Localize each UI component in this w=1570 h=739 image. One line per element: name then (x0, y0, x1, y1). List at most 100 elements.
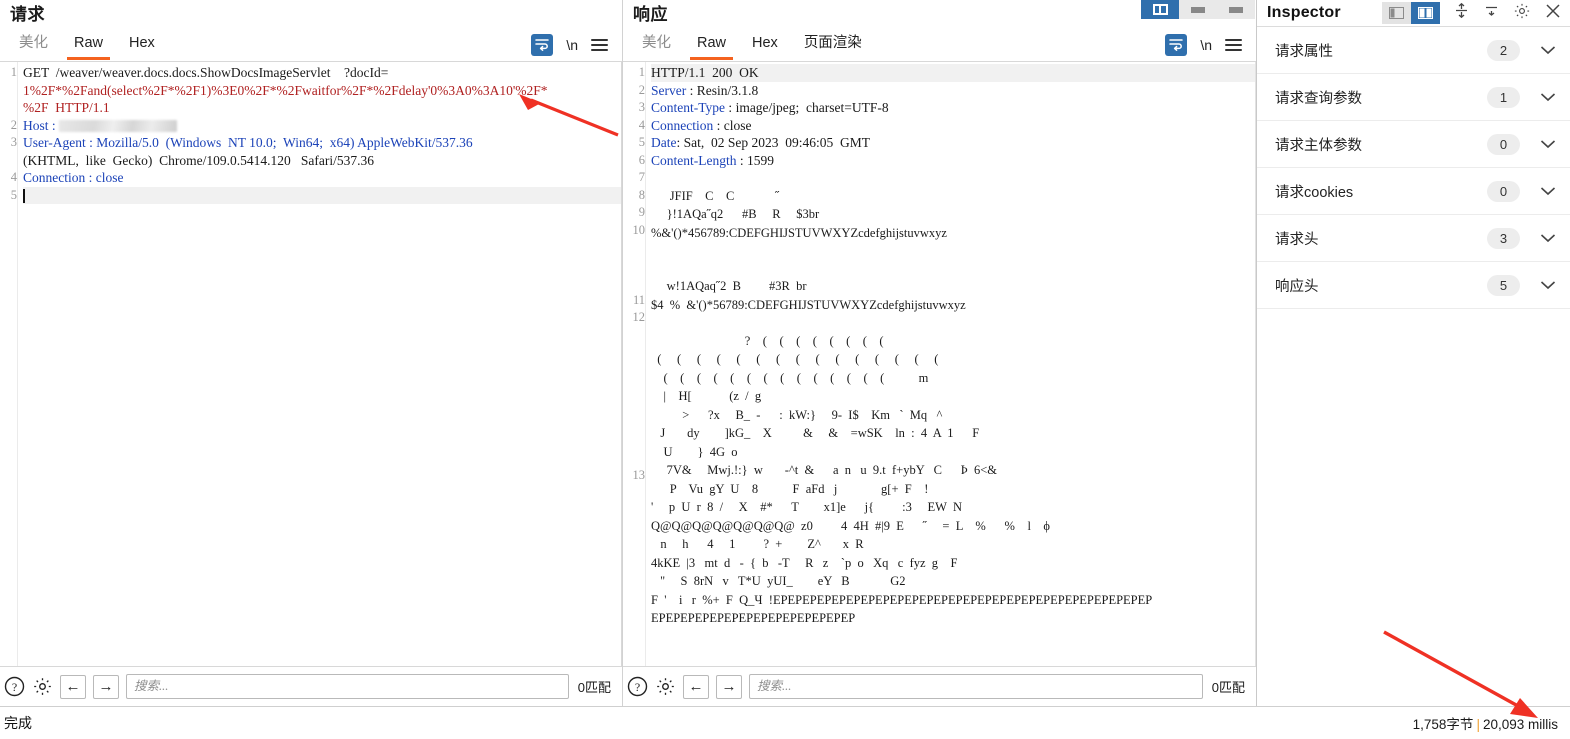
tab-response-hex[interactable]: Hex (739, 30, 791, 60)
inspector-section-body-params[interactable]: 请求主体参数 0 (1257, 121, 1570, 168)
request-raw-text[interactable]: GET /weaver/weaver.docs.docs.ShowDocsIma… (17, 62, 621, 666)
response-header-content-length-value: 1599 (747, 152, 774, 168)
inspector-section-count: 0 (1487, 133, 1520, 155)
word-wrap-icon[interactable] (531, 34, 554, 56)
response-gutter: 1 2 3 4 5 6 7 8 9 10 11 12 13 (623, 62, 645, 666)
search-next-button[interactable]: → (716, 674, 742, 699)
inspector-section-query-params[interactable]: 请求查询参数 1 (1257, 74, 1570, 121)
gutter-line-no: 8 (638, 187, 645, 202)
gutter-line-no: 3 (10, 135, 17, 149)
inspector-section-response-headers[interactable]: 响应头 5 (1257, 262, 1570, 309)
hamburger-menu-icon[interactable] (1225, 39, 1242, 51)
request-method-line: GET /weaver/weaver.docs.docs.ShowDocsIma… (23, 65, 389, 80)
search-prev-button[interactable]: ← (683, 674, 709, 699)
collapse-all-icon[interactable] (1483, 2, 1500, 24)
response-blob-line: ' p U r 8 / X #* T x1]e j{ :3 EW N (651, 500, 963, 514)
inspector-section-request-headers[interactable]: 请求头 3 (1257, 215, 1570, 262)
newline-toggle-icon[interactable]: \n (566, 37, 578, 53)
response-blob-line: EPEPEPEPEPEPEPEPEPEPEPEPEPEP (651, 611, 856, 625)
response-blob-line: P Vu gY U 8 F aFd j g[+ F ! (651, 481, 929, 496)
response-header-content-length: Content-Length (651, 152, 737, 168)
status-separator: | (1476, 717, 1480, 732)
help-icon[interactable]: ? (627, 676, 648, 697)
response-header-content-type-value: image/jpeg; charset=UTF-8 (735, 100, 889, 115)
gear-icon[interactable] (655, 676, 676, 697)
inspector-section-count: 3 (1487, 227, 1520, 249)
search-input[interactable] (749, 674, 1203, 699)
search-prev-button[interactable]: ← (60, 674, 86, 699)
gutter-line-no: 12 (632, 310, 646, 324)
response-blob-line: U } 4G o (651, 444, 738, 459)
request-tabbar: 美化 Raw Hex \n (0, 29, 622, 62)
panel-layout-left-icon[interactable] (1382, 2, 1411, 24)
panels-container: 请求 美化 Raw Hex \n 1 2 3 4 5 GET /weaver/w… (0, 0, 1570, 706)
chevron-down-icon[interactable] (1540, 278, 1556, 292)
tab-request-pretty[interactable]: 美化 (6, 30, 61, 60)
response-header-server-value: Resin/3.1.8 (696, 82, 759, 98)
chevron-down-icon[interactable] (1540, 43, 1556, 57)
expand-all-icon[interactable] (1453, 2, 1470, 24)
hamburger-menu-icon[interactable] (591, 39, 608, 51)
request-panel: 请求 美化 Raw Hex \n 1 2 3 4 5 GET /weaver/w… (0, 0, 622, 706)
gutter-line-no: 3 (638, 100, 645, 114)
request-header-connection: Connection : close (23, 170, 124, 185)
gutter-line-no: 5 (638, 135, 645, 149)
tab-request-hex[interactable]: Hex (116, 30, 168, 60)
response-blob-line: n h 4 1 ? + Z^ x R (651, 537, 864, 551)
response-blob-line: J dy ]kG_ X & & =wSK ln : 4 A 1 F (651, 426, 980, 440)
response-blob-line: 4kKE |3 mt d - { b -T R z `p o Xq c fyz … (651, 555, 958, 570)
gutter-line-no (0, 152, 17, 170)
chevron-down-icon[interactable] (1540, 90, 1556, 104)
request-tab-tools: \n (531, 34, 622, 56)
response-raw-text[interactable]: HTTP/1.1 200 OK Server : Resin/3.1.8 Conte… (645, 62, 1255, 666)
close-icon[interactable] (1544, 2, 1562, 25)
response-header-connection-value: close (723, 117, 752, 133)
gutter-line-no: 9 (638, 205, 645, 219)
svg-text:?: ? (12, 680, 17, 694)
minimize-icon[interactable] (1179, 0, 1217, 19)
response-status-line: HTTP/1.1 200 OK (651, 64, 1255, 82)
gutter-line-no: 2 (638, 82, 645, 97)
tab-response-render[interactable]: 页面渲染 (791, 30, 875, 60)
gear-icon[interactable] (32, 676, 53, 697)
response-panel: 响应 美化 Raw Hex 页面渲染 \n 1 2 3 4 5 6 7 8 9 … (622, 0, 1256, 706)
chevron-down-icon[interactable] (1540, 231, 1556, 245)
chevron-down-icon[interactable] (1540, 184, 1556, 198)
response-header-date-value: Sat, 02 Sep 2023 09:46:05 GMT (683, 135, 871, 150)
tab-response-raw[interactable]: Raw (684, 30, 739, 60)
request-code-area[interactable]: 1 2 3 4 5 GET /weaver/weaver.docs.docs.S… (0, 62, 622, 666)
chevron-down-icon[interactable] (1540, 137, 1556, 151)
split-view-icon[interactable] (1141, 0, 1179, 19)
panel-layout-split-icon[interactable] (1411, 2, 1440, 24)
inspector-section-count: 2 (1487, 39, 1520, 61)
inspector-section-request-attributes[interactable]: 请求属性 2 (1257, 27, 1570, 74)
newline-toggle-icon[interactable]: \n (1200, 37, 1212, 53)
request-empty-line (23, 186, 621, 204)
search-next-button[interactable]: → (93, 674, 119, 699)
inspector-header: Inspector (1257, 0, 1570, 27)
response-body-line: w!1AQaq˝2 B #3R br (651, 279, 807, 293)
response-blob-line: ( ( ( ( ( ( ( ( ( ( ( ( ( ( m (651, 370, 929, 385)
inspector-section-label: 请求头 (1275, 231, 1319, 248)
response-match-count: 0匹配 (1211, 680, 1245, 695)
response-header-connection: Connection (651, 117, 714, 133)
request-searchbar: ? ← → 0匹配 (0, 666, 622, 706)
gutter-line-no (0, 99, 17, 117)
response-blob-line: ( ( ( ( ( ( ( ( ( ( ( ( ( ( ( (651, 352, 939, 366)
request-header-host: Host : (23, 117, 60, 133)
maximize-icon[interactable] (1217, 0, 1255, 19)
gear-icon[interactable] (1513, 2, 1531, 25)
gutter-line-no: 11 (632, 292, 645, 307)
response-code-area[interactable]: 1 2 3 4 5 6 7 8 9 10 11 12 13 HTTP/1.1 2 (623, 62, 1256, 666)
response-blob-line: > ?x B_ - : kW:} 9- I$ Km ` Mq ^ (651, 407, 943, 422)
tab-response-pretty[interactable]: 美化 (629, 30, 684, 60)
search-input[interactable] (126, 674, 569, 699)
word-wrap-icon[interactable] (1165, 34, 1188, 56)
inspector-section-request-cookies[interactable]: 请求cookies 0 (1257, 168, 1570, 215)
tab-request-raw[interactable]: Raw (61, 30, 116, 60)
inspector-section-label: 响应头 (1275, 278, 1319, 295)
request-header-user-agent: User-Agent : Mozilla/5.0 (Windows NT 10.… (23, 135, 473, 150)
response-blob-line: | H[ (z / g (651, 389, 762, 403)
help-icon[interactable]: ? (4, 676, 25, 697)
inspector-section-label: 请求cookies (1275, 184, 1354, 201)
